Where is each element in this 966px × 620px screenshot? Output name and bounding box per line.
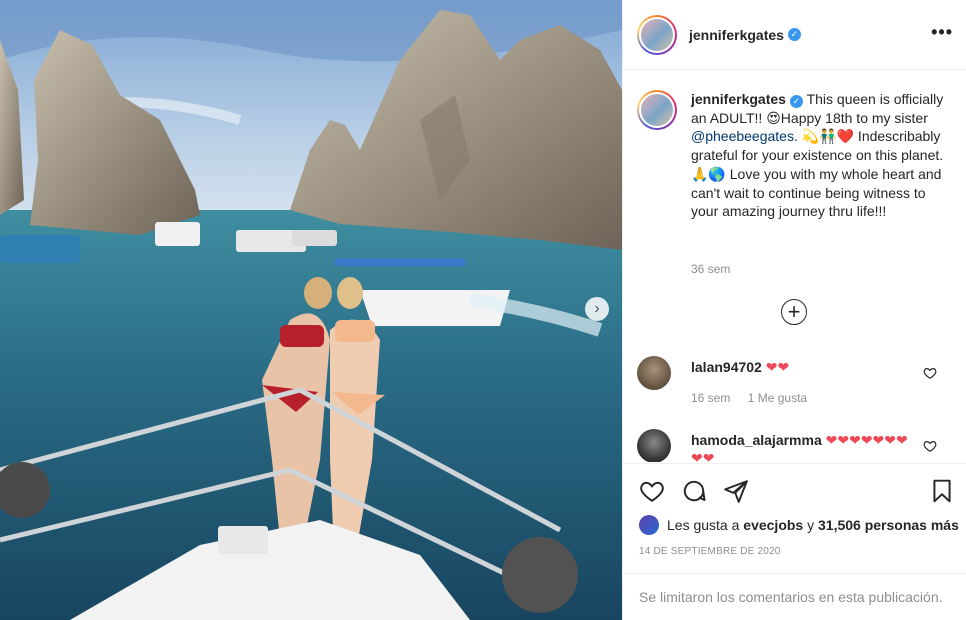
author-username[interactable]: jenniferkgates: [689, 27, 784, 43]
comment-like-heart-icon[interactable]: [923, 366, 937, 380]
post-date[interactable]: 14 DE SEPTIEMBRE DE 2020: [639, 546, 781, 557]
caption-timestamp[interactable]: 36 sem: [691, 262, 730, 276]
load-more-comments-button[interactable]: +: [781, 299, 807, 325]
comment-body: lalan94702 ❤❤: [691, 358, 913, 376]
instagram-post-view: › jenniferkgates ✓ ••• jenniferkgates ✓ T…: [0, 0, 966, 620]
more-horizontal-icon[interactable]: •••: [931, 22, 953, 43]
share-paper-plane-icon[interactable]: [723, 478, 749, 504]
comment-meta: 16 sem 1 Me gusta: [691, 391, 821, 405]
comment-body: hamoda_alajarmma ❤❤❤❤❤❤❤❤❤: [691, 431, 913, 462]
photo-illustration: [0, 0, 622, 620]
comment-like-heart-icon[interactable]: [923, 439, 937, 453]
post-photo[interactable]: ›: [0, 0, 622, 620]
likes-user-link[interactable]: evecjobs: [743, 517, 803, 533]
comments-limited-notice: Se limitaron los comentarios en esta pub…: [623, 573, 966, 620]
commenter-avatar[interactable]: [637, 356, 671, 390]
post-actions: Les gusta a evecjobs y 31,506 personas m…: [623, 463, 966, 573]
caption-avatar[interactable]: [637, 90, 677, 130]
comment-bubble-icon[interactable]: [681, 478, 707, 504]
comment-text: ❤❤: [765, 359, 790, 375]
liker-avatar[interactable]: [639, 515, 659, 535]
like-heart-icon[interactable]: [639, 478, 665, 504]
likes-middle: y: [807, 517, 815, 533]
commenter-username[interactable]: hamoda_alajarmma: [691, 432, 822, 448]
save-bookmark-icon[interactable]: [929, 478, 955, 504]
post-caption: jenniferkgates ✓ This queen is officially…: [637, 90, 953, 221]
post-header: jenniferkgates ✓ •••: [623, 0, 966, 70]
author-avatar[interactable]: [637, 14, 677, 55]
comment-like-count[interactable]: 1 Me gusta: [748, 391, 807, 405]
caption-username[interactable]: jenniferkgates: [691, 91, 786, 107]
caption-text: jenniferkgates ✓ This queen is officially…: [691, 90, 951, 221]
post-side-panel: jenniferkgates ✓ ••• jenniferkgates ✓ Thi…: [622, 0, 966, 620]
carousel-next-button[interactable]: ›: [585, 297, 609, 321]
comment-timestamp[interactable]: 16 sem: [691, 391, 730, 405]
comments-list: lalan94702 ❤❤ 16 sem 1 Me gusta hamoda_a…: [623, 340, 966, 462]
likes-prefix: Les gusta a: [667, 517, 740, 533]
commenter-avatar[interactable]: [637, 429, 671, 462]
verified-badge-icon: ✓: [789, 95, 803, 108]
verified-badge-icon: ✓: [787, 28, 801, 41]
likes-count-link[interactable]: 31,506 personas más: [818, 517, 959, 533]
likes-summary: Les gusta a evecjobs y 31,506 personas m…: [639, 515, 959, 535]
caption-mention-link[interactable]: @pheebeegates: [691, 128, 794, 144]
commenter-username[interactable]: lalan94702: [691, 359, 762, 375]
